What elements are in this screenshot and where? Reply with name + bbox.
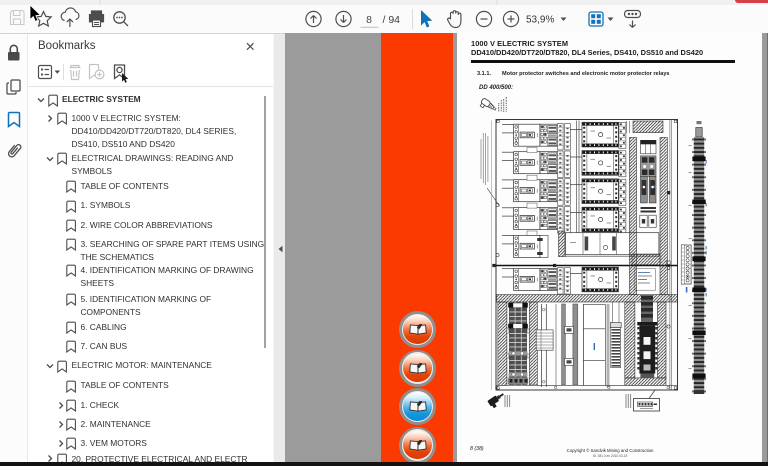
svg-text:8: 8 [366, 14, 372, 26]
svg-text:53,9%: 53,9% [526, 15, 554, 26]
svg-text:/ 94: / 94 [383, 14, 401, 26]
